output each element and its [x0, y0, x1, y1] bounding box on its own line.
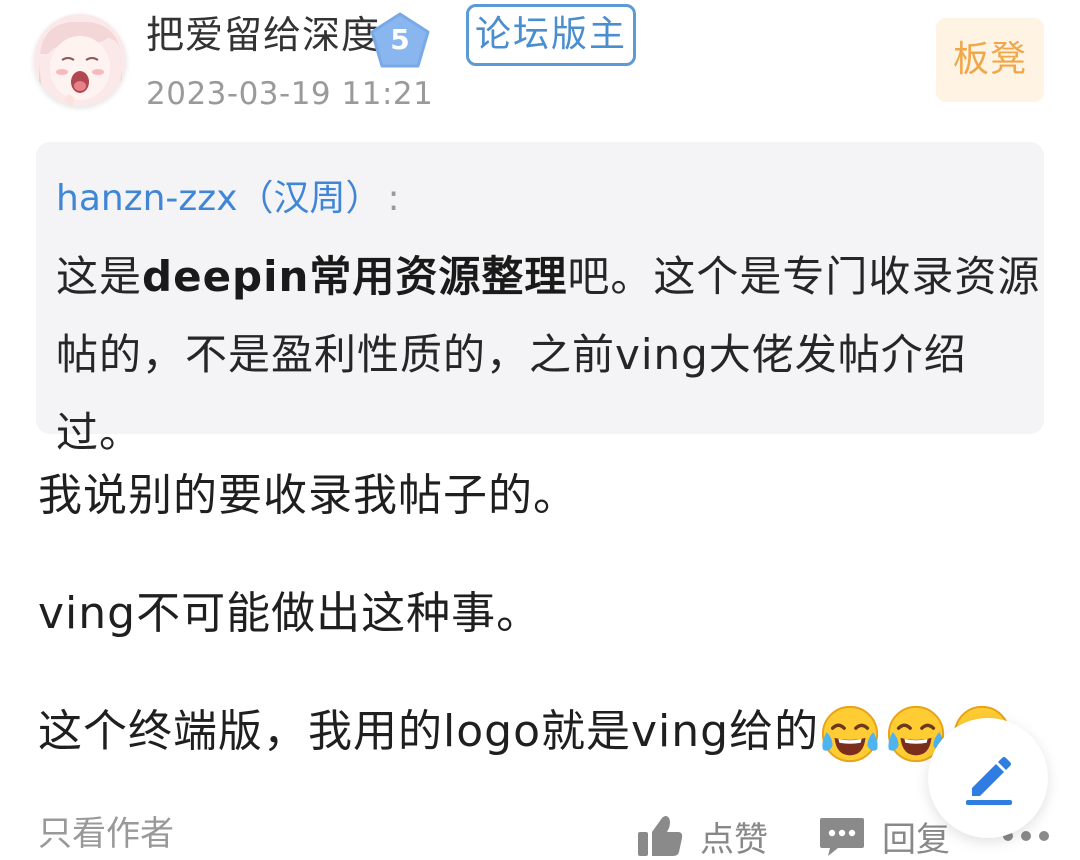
floor-tag: 板凳: [936, 18, 1044, 102]
reply-label: 回复: [882, 819, 950, 860]
post-paragraph-3-text: 这个终端版，我用的logo就是ving给的: [38, 706, 820, 757]
thumbs-up-icon: [638, 816, 683, 856]
reply-button[interactable]: 回复: [818, 812, 950, 860]
compose-fab[interactable]: [928, 718, 1048, 838]
quote-text-before: 这是: [56, 252, 143, 301]
pencil-icon: [966, 757, 1012, 805]
post-paragraph-2: ving不可能做出这种事。: [38, 588, 542, 639]
face-with-tears-of-joy-icon: [821, 705, 879, 763]
role-tag: 论坛版主: [466, 4, 636, 66]
post-timestamp: 2023-03-19 11:21: [146, 76, 434, 112]
quote-block[interactable]: hanzn-zzx（汉周）: 这是deepin常用资源整理吧。这个是专门收录资源…: [36, 142, 1044, 457]
post-paragraph-1: 我说别的要收录我帖子的。: [38, 470, 578, 521]
username[interactable]: 把爱留给深度: [146, 12, 380, 58]
quote-author-line: hanzn-zzx（汉周）:: [56, 176, 400, 222]
quote-colon: :: [387, 178, 400, 219]
level-badge: 5: [368, 12, 432, 70]
only-author-button[interactable]: 只看作者: [38, 812, 174, 856]
level-number: 5: [390, 23, 410, 56]
quote-text: 这是deepin常用资源整理吧。这个是专门收录资源帖的，不是盈利性质的，之前vi…: [56, 238, 1046, 472]
quote-author[interactable]: hanzn-zzx（汉周）: [56, 178, 382, 219]
user-avatar[interactable]: [34, 14, 126, 106]
like-label: 点赞: [700, 819, 768, 860]
chat-bubble-icon: [820, 818, 864, 856]
quote-text-bold: deepin常用资源整理: [142, 252, 568, 301]
post-paragraph-3: 这个终端版，我用的logo就是ving给的: [38, 702, 1017, 765]
like-button[interactable]: 点赞: [636, 812, 768, 860]
